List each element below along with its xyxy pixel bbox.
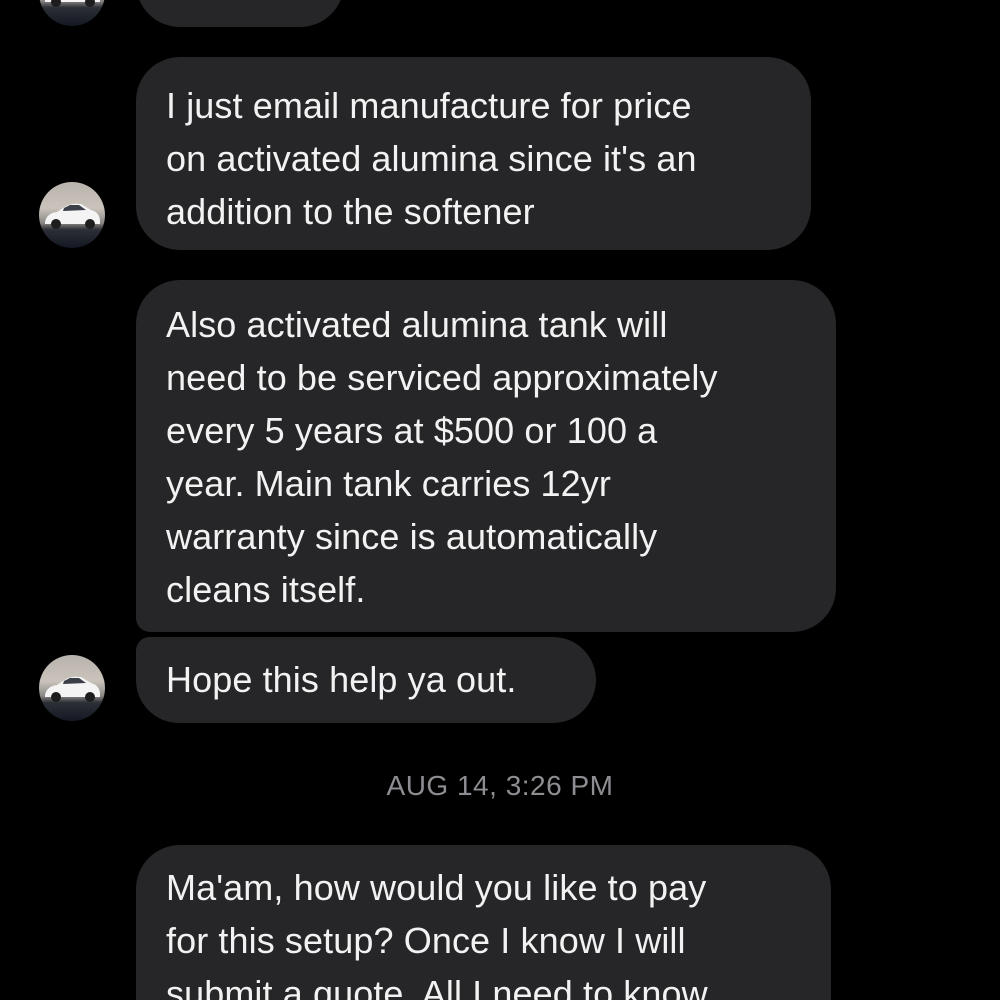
message-bubble[interactable]: Also activated alumina tank will need to…: [136, 280, 836, 632]
message-thread: I just email manufacture for price on ac…: [0, 0, 1000, 1000]
message-bubble[interactable]: Hope this help ya out.: [136, 637, 596, 723]
car-icon: [45, 203, 100, 229]
sender-avatar[interactable]: [39, 182, 105, 248]
sender-avatar[interactable]: [39, 655, 105, 721]
message-bubble[interactable]: [136, 0, 344, 27]
message-bubble[interactable]: I just email manufacture for price on ac…: [136, 57, 811, 250]
message-bubble[interactable]: Ma'am, how would you like to pay for thi…: [136, 845, 831, 1000]
car-icon: [45, 0, 100, 7]
car-icon: [45, 676, 100, 702]
timestamp-divider: AUG 14, 3:26 PM: [386, 770, 614, 801]
sender-avatar[interactable]: [39, 0, 105, 26]
